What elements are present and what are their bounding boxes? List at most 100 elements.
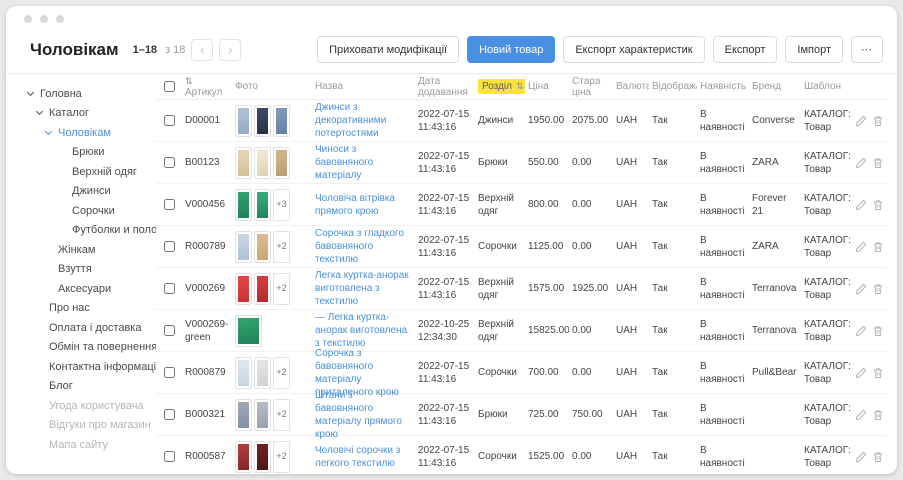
delete-icon[interactable] <box>872 115 884 127</box>
delete-icon[interactable] <box>872 241 884 253</box>
product-photo[interactable] <box>235 357 252 389</box>
column-header-currency[interactable]: Валюта <box>613 81 649 92</box>
sidebar-item[interactable]: Головна <box>28 84 156 104</box>
window-control-icon[interactable] <box>24 15 32 23</box>
column-header-photo[interactable]: Фото <box>232 81 312 92</box>
sidebar-item[interactable]: Брюки <box>28 143 156 163</box>
row-checkbox[interactable] <box>164 367 175 378</box>
column-header-name[interactable]: Назва <box>312 81 415 92</box>
sort-icon[interactable]: ⇅ <box>185 76 193 86</box>
column-header-section[interactable]: Розділ ⇅ <box>475 79 525 94</box>
more-actions-button[interactable]: ⋯ <box>851 36 883 63</box>
product-photo[interactable] <box>254 231 271 263</box>
sidebar-item[interactable]: Про нас <box>28 299 156 319</box>
select-all-checkbox[interactable] <box>164 81 175 92</box>
sidebar-item[interactable]: Аксесуари <box>28 279 156 299</box>
sidebar-item[interactable]: Мапа сайту <box>28 435 156 455</box>
product-photo[interactable] <box>254 105 271 137</box>
sidebar-item[interactable]: Верхній одяг <box>28 162 156 182</box>
sidebar-item[interactable]: Контактна інформація <box>28 357 156 377</box>
product-photo[interactable] <box>235 441 252 473</box>
prev-page-button[interactable]: ‹ <box>191 39 213 61</box>
product-name-link[interactable]: Чиноси з бавовняного матеріалу <box>315 144 373 181</box>
product-name-link[interactable]: Чоловічі сорочки з легкого текстилю <box>315 445 400 469</box>
delete-icon[interactable] <box>872 367 884 379</box>
sidebar-item[interactable]: Чоловікам <box>28 123 156 143</box>
product-name-link[interactable]: Чоловіча вітрівка прямого крою <box>315 193 395 217</box>
product-photo[interactable] <box>235 273 252 305</box>
column-header-display[interactable]: Відображати <box>649 81 697 92</box>
sort-icon[interactable]: ⇅ <box>516 81 524 92</box>
product-name-link[interactable]: Сорочка з гладкого бавовняного текстилю <box>315 228 404 265</box>
product-photo[interactable] <box>235 399 252 431</box>
edit-icon[interactable] <box>855 157 867 169</box>
edit-icon[interactable] <box>855 409 867 421</box>
column-header-brand[interactable]: Бренд <box>749 81 801 92</box>
hide-modifications-button[interactable]: Приховати модифікації <box>317 36 459 63</box>
sidebar-item[interactable]: Оплата і доставка <box>28 318 156 338</box>
product-photo[interactable] <box>254 399 271 431</box>
delete-icon[interactable] <box>872 451 884 463</box>
product-name-link[interactable]: Легка куртка-анорак виготовлена з тексти… <box>315 270 409 307</box>
sidebar-item[interactable]: Взуття <box>28 260 156 280</box>
row-checkbox[interactable] <box>164 241 175 252</box>
row-checkbox[interactable] <box>164 451 175 462</box>
more-photos-badge[interactable]: +2 <box>273 231 290 263</box>
import-button[interactable]: Імпорт <box>785 36 843 63</box>
product-name-link[interactable]: Джинси з декоративними потертостями <box>315 102 386 139</box>
product-photo[interactable] <box>235 147 252 179</box>
product-photo[interactable] <box>254 273 271 305</box>
edit-icon[interactable] <box>855 451 867 463</box>
sidebar-item[interactable]: Блог <box>28 377 156 397</box>
delete-icon[interactable] <box>872 409 884 421</box>
column-header-availability[interactable]: Наявність <box>697 81 749 92</box>
more-photos-badge[interactable]: +2 <box>273 399 290 431</box>
product-photo[interactable] <box>235 231 252 263</box>
product-photo[interactable] <box>254 147 271 179</box>
row-checkbox[interactable] <box>164 409 175 420</box>
edit-icon[interactable] <box>855 325 867 337</box>
sidebar-item[interactable]: Жінкам <box>28 240 156 260</box>
row-checkbox[interactable] <box>164 325 175 336</box>
edit-icon[interactable] <box>855 283 867 295</box>
window-control-icon[interactable] <box>56 15 64 23</box>
column-header-template[interactable]: Шаблон <box>801 81 853 92</box>
product-photo[interactable] <box>254 441 271 473</box>
delete-icon[interactable] <box>872 325 884 337</box>
more-photos-badge[interactable]: +2 <box>273 273 290 305</box>
sidebar-item[interactable]: Обмін та повернення <box>28 338 156 358</box>
column-header-article[interactable]: ⇅ Артикул <box>182 76 232 98</box>
more-photos-badge[interactable]: +2 <box>273 441 290 473</box>
product-photo[interactable] <box>273 147 290 179</box>
sidebar-item[interactable]: Відгуки про магазин <box>28 416 156 436</box>
edit-icon[interactable] <box>855 199 867 211</box>
column-header-price[interactable]: Ціна <box>525 81 569 92</box>
sidebar-item[interactable]: Футболки и поло <box>28 221 156 241</box>
product-name-link[interactable]: Штани з бавовняного матеріалу прямого кр… <box>315 390 402 440</box>
sidebar-item[interactable]: Угода користувача <box>28 396 156 416</box>
window-control-icon[interactable] <box>40 15 48 23</box>
delete-icon[interactable] <box>872 283 884 295</box>
edit-icon[interactable] <box>855 367 867 379</box>
row-checkbox[interactable] <box>164 157 175 168</box>
product-photo[interactable] <box>254 357 271 389</box>
product-photo[interactable] <box>235 105 252 137</box>
edit-icon[interactable] <box>855 241 867 253</box>
product-photo[interactable] <box>235 189 252 221</box>
row-checkbox[interactable] <box>164 283 175 294</box>
sidebar-item[interactable]: Сорочки <box>28 201 156 221</box>
delete-icon[interactable] <box>872 199 884 211</box>
row-checkbox[interactable] <box>164 115 175 126</box>
sidebar-item[interactable]: Джинси <box>28 182 156 202</box>
product-photo[interactable] <box>273 105 290 137</box>
column-header-old-price[interactable]: Стара ціна <box>569 76 613 98</box>
row-checkbox[interactable] <box>164 199 175 210</box>
product-name-link[interactable]: — Легка куртка-анорак виготовлена з текс… <box>315 312 407 349</box>
edit-icon[interactable] <box>855 115 867 127</box>
next-page-button[interactable]: › <box>219 39 241 61</box>
export-characteristics-button[interactable]: Експорт характеристик <box>563 36 704 63</box>
product-photo[interactable] <box>254 189 271 221</box>
product-photo[interactable] <box>235 315 262 347</box>
sidebar-item[interactable]: Каталог <box>28 104 156 124</box>
new-product-button[interactable]: Новий товар <box>467 36 555 63</box>
